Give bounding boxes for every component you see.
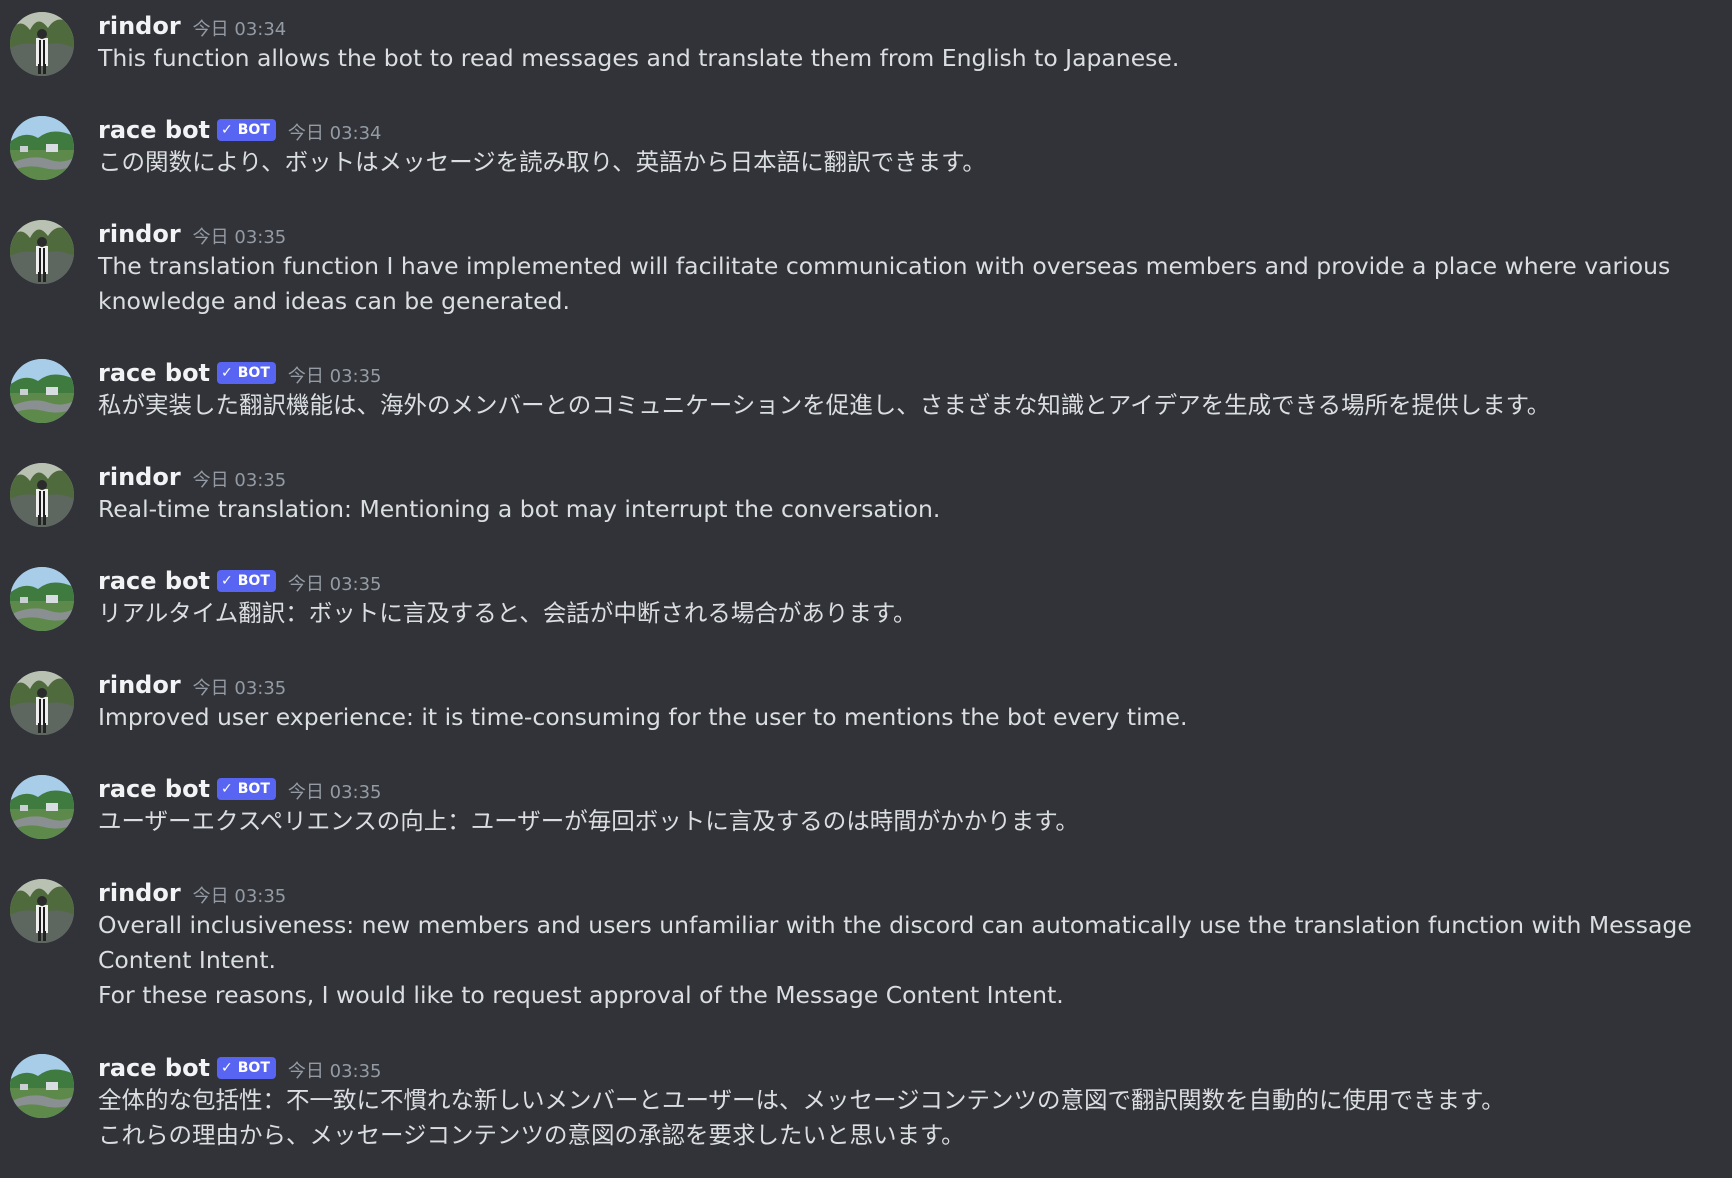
bot-badge-label: BOT <box>237 781 270 797</box>
username[interactable]: race bot <box>98 567 210 595</box>
bot-badge: ✓ BOT <box>217 778 276 800</box>
message-content: ユーザーエクスペリエンスの向上：ユーザーが毎回ボットに言及するのは時間がかかりま… <box>98 804 1713 839</box>
username[interactable]: rindor <box>98 671 181 699</box>
check-icon: ✓ <box>221 365 233 381</box>
message-content: The translation function I have implemen… <box>98 249 1713 319</box>
timestamp[interactable]: 今日 03:35 <box>193 462 287 492</box>
timestamp[interactable]: 今日 03:35 <box>288 774 382 804</box>
avatar[interactable] <box>10 567 74 631</box>
timestamp[interactable]: 今日 03:34 <box>288 115 382 145</box>
bot-badge: ✓ BOT <box>217 1057 276 1079</box>
bot-badge: ✓ BOT <box>217 362 276 384</box>
avatar[interactable] <box>10 775 74 839</box>
message-content: Real-time translation: Mentioning a bot … <box>98 492 1713 527</box>
timestamp[interactable]: 今日 03:34 <box>193 11 287 41</box>
message-text: 私が実装した翻訳機能は、海外のメンバーとのコミュニケーションを促進し、さまざまな… <box>98 391 1551 419</box>
avatar[interactable] <box>10 463 74 527</box>
message-content: 私が実装した翻訳機能は、海外のメンバーとのコミュニケーションを促進し、さまざまな… <box>98 388 1713 423</box>
username[interactable]: race bot <box>98 1054 210 1082</box>
message-content: Improved user experience: it is time-con… <box>98 700 1713 735</box>
message-content: This function allows the bot to read mes… <box>98 41 1713 76</box>
bot-badge-label: BOT <box>237 365 270 381</box>
username[interactable]: rindor <box>98 220 181 248</box>
message-content: リアルタイム翻訳：ボットに言及すると、会話が中断される場合があります。 <box>98 596 1713 631</box>
bot-badge-label: BOT <box>237 122 270 138</box>
avatar[interactable] <box>10 116 74 180</box>
message-text: Real-time translation: Mentioning a bot … <box>98 495 941 523</box>
bot-badge: ✓ BOT <box>217 570 276 592</box>
message-text: The translation function I have implemen… <box>98 252 1671 315</box>
avatar[interactable] <box>10 12 74 76</box>
check-icon: ✓ <box>221 573 233 589</box>
username[interactable]: rindor <box>98 463 181 491</box>
bot-badge-label: BOT <box>237 573 270 589</box>
timestamp[interactable]: 今日 03:35 <box>288 1053 382 1083</box>
check-icon: ✓ <box>221 781 233 797</box>
message-text: ユーザーエクスペリエンスの向上：ユーザーが毎回ボットに言及するのは時間がかかりま… <box>98 807 1079 835</box>
check-icon: ✓ <box>221 122 233 138</box>
message-text: Improved user experience: it is time-con… <box>98 703 1188 731</box>
timestamp[interactable]: 今日 03:35 <box>193 670 287 700</box>
message-text: リアルタイム翻訳：ボットに言及すると、会話が中断される場合があります。 <box>98 599 917 627</box>
check-icon: ✓ <box>221 1060 233 1076</box>
bot-badge: ✓ BOT <box>217 119 276 141</box>
avatar[interactable] <box>10 359 74 423</box>
message-text: この関数により、ボットはメッセージを読み取り、英語から日本語に翻訳できます。 <box>98 148 986 176</box>
timestamp[interactable]: 今日 03:35 <box>193 219 287 249</box>
username[interactable]: rindor <box>98 879 181 907</box>
message-text: 全体的な包括性：不一致に不慣れな新しいメンバーとユーザーは、メッセージコンテンツ… <box>98 1086 1505 1114</box>
message-content: この関数により、ボットはメッセージを読み取り、英語から日本語に翻訳できます。 <box>98 145 1713 180</box>
bot-badge-label: BOT <box>237 1060 270 1076</box>
timestamp[interactable]: 今日 03:35 <box>288 358 382 388</box>
avatar[interactable] <box>10 671 74 735</box>
timestamp[interactable]: 今日 03:35 <box>288 566 382 596</box>
message-content: Overall inclusiveness: new members and u… <box>98 908 1713 1013</box>
avatar[interactable] <box>10 879 74 943</box>
message-content: 全体的な包括性：不一致に不慣れな新しいメンバーとユーザーは、メッセージコンテンツ… <box>98 1083 1713 1153</box>
message-text: Overall inclusiveness: new members and u… <box>98 911 1692 974</box>
avatar[interactable] <box>10 1054 74 1118</box>
timestamp[interactable]: 今日 03:35 <box>193 878 287 908</box>
username[interactable]: race bot <box>98 116 210 144</box>
username[interactable]: race bot <box>98 359 210 387</box>
message-text: これらの理由から、メッセージコンテンツの意図の承認を要求したいと思います。 <box>98 1121 965 1149</box>
avatar[interactable] <box>10 220 74 284</box>
chat-message-list: rindor 今日 03:34 This function allows the… <box>0 0 1732 1178</box>
message-text: This function allows the bot to read mes… <box>98 44 1180 72</box>
username[interactable]: rindor <box>98 12 181 40</box>
username[interactable]: race bot <box>98 775 210 803</box>
message-text: For these reasons, I would like to reque… <box>98 981 1064 1009</box>
